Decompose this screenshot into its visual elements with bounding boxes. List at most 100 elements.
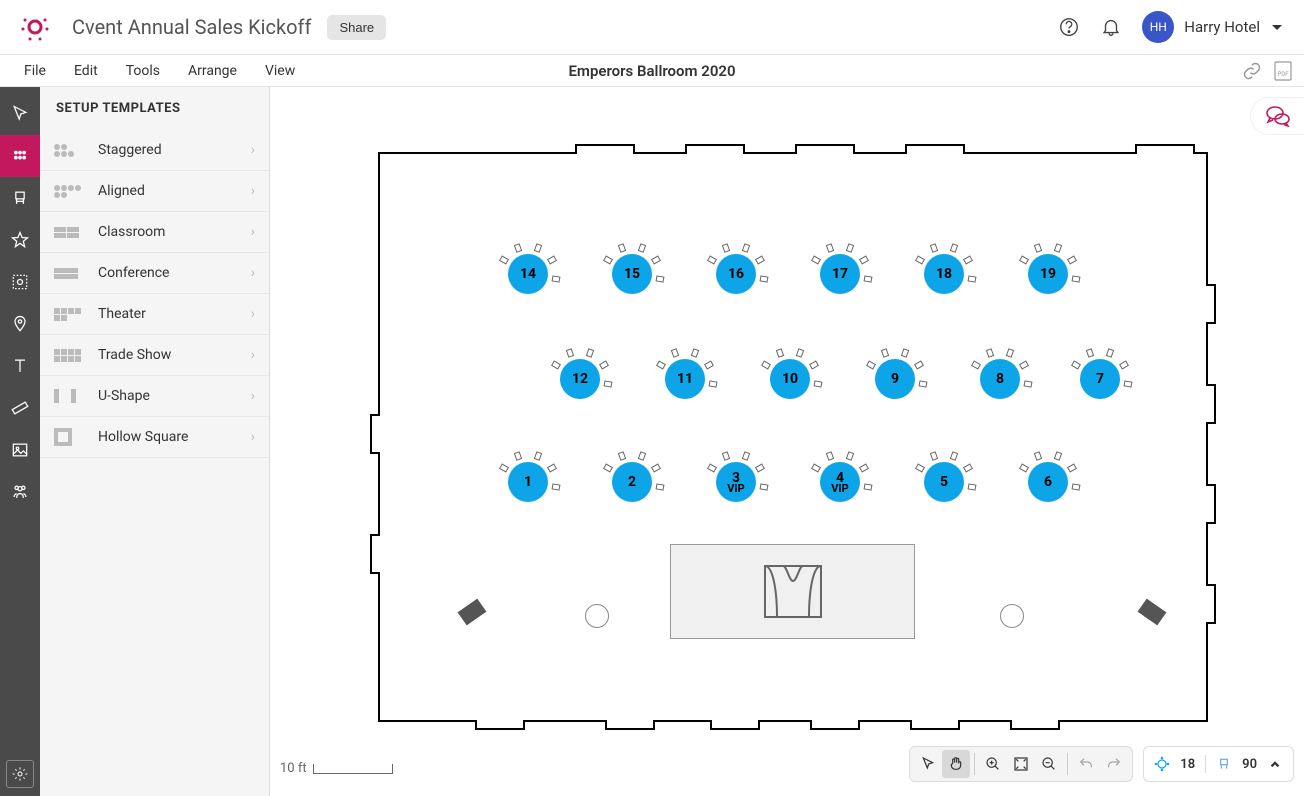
template-conference[interactable]: Conference › xyxy=(40,253,269,294)
floorplan[interactable]: 141516171819121110987123VIP4VIP56 xyxy=(378,152,1208,722)
rail-settings[interactable] xyxy=(6,760,34,788)
menu-edit[interactable]: Edit xyxy=(60,63,112,79)
template-classroom[interactable]: Classroom › xyxy=(40,212,269,253)
table[interactable]: 19 xyxy=(1028,254,1068,294)
canvas[interactable]: 141516171819121110987123VIP4VIP56 10 ft … xyxy=(270,87,1304,796)
counts-chevron-icon[interactable] xyxy=(1267,756,1283,772)
menu-arrange[interactable]: Arrange xyxy=(174,63,251,79)
table[interactable]: 10 xyxy=(770,359,810,399)
table-group[interactable]: 10 xyxy=(770,359,810,399)
table[interactable]: 4VIP xyxy=(820,462,860,502)
table[interactable]: 1 xyxy=(508,462,548,502)
table[interactable]: 2 xyxy=(612,462,652,502)
table-group[interactable]: 8 xyxy=(980,359,1020,399)
tool-zoom-fit[interactable] xyxy=(1007,750,1035,778)
menu-view[interactable]: View xyxy=(251,63,309,79)
chat-button[interactable] xyxy=(1250,97,1304,135)
u-shape-icon xyxy=(54,386,86,406)
table-group[interactable]: 1 xyxy=(508,462,548,502)
tool-undo[interactable] xyxy=(1072,750,1100,778)
help-icon[interactable] xyxy=(1058,16,1080,38)
aligned-icon xyxy=(54,181,86,201)
table[interactable]: 12 xyxy=(560,359,600,399)
table-group[interactable]: 16 xyxy=(716,254,756,294)
table-group[interactable]: 11 xyxy=(665,359,705,399)
table-group[interactable]: 2 xyxy=(612,462,652,502)
template-u-shape[interactable]: U-Shape › xyxy=(40,376,269,417)
user-name: Harry Hotel xyxy=(1184,18,1260,36)
table-group[interactable]: 12 xyxy=(560,359,600,399)
share-button[interactable]: Share xyxy=(327,15,386,40)
table[interactable]: 17 xyxy=(820,254,860,294)
trade-show-icon xyxy=(54,345,86,365)
rail-favorites[interactable] xyxy=(0,219,40,261)
template-theater[interactable]: Theater › xyxy=(40,294,269,335)
rail-pointer[interactable] xyxy=(0,93,40,135)
rail-people[interactable] xyxy=(0,471,40,513)
chevron-right-icon: › xyxy=(251,429,255,445)
template-hollow-square[interactable]: Hollow Square › xyxy=(40,417,269,458)
menu-tools[interactable]: Tools xyxy=(112,63,174,79)
classroom-icon xyxy=(54,222,86,242)
speaker-right[interactable] xyxy=(1138,599,1167,626)
tool-zoom-out[interactable] xyxy=(1035,750,1063,778)
chevron-right-icon: › xyxy=(251,306,255,322)
table[interactable]: 9 xyxy=(875,359,915,399)
table-group[interactable]: 18 xyxy=(924,254,964,294)
theater-icon xyxy=(54,304,86,324)
object-marker[interactable] xyxy=(1000,604,1024,628)
table[interactable]: 7 xyxy=(1080,359,1120,399)
template-trade-show[interactable]: Trade Show › xyxy=(40,335,269,376)
user-avatar[interactable]: HH xyxy=(1142,11,1174,43)
table-group[interactable]: 3VIP xyxy=(716,462,756,502)
object-marker[interactable] xyxy=(585,604,609,628)
table-group[interactable]: 5 xyxy=(924,462,964,502)
table-group[interactable]: 15 xyxy=(612,254,652,294)
rail-text[interactable] xyxy=(0,345,40,387)
speaker-left[interactable] xyxy=(458,599,487,626)
table[interactable]: 8 xyxy=(980,359,1020,399)
templates-panel: SETUP TEMPLATES Staggered › Aligned › Cl… xyxy=(40,87,270,796)
rail-measure[interactable] xyxy=(0,387,40,429)
table[interactable]: 16 xyxy=(716,254,756,294)
rail-location[interactable] xyxy=(0,303,40,345)
rail-select-area[interactable] xyxy=(0,261,40,303)
table[interactable]: 3VIP xyxy=(716,462,756,502)
table[interactable]: 15 xyxy=(612,254,652,294)
chevron-right-icon: › xyxy=(251,142,255,158)
template-aligned[interactable]: Aligned › xyxy=(40,171,269,212)
table-group[interactable]: 19 xyxy=(1028,254,1068,294)
table-group[interactable]: 14 xyxy=(508,254,548,294)
tool-redo[interactable] xyxy=(1100,750,1128,778)
rail-image[interactable] xyxy=(0,429,40,471)
conference-icon xyxy=(54,263,86,283)
rail-tables[interactable] xyxy=(0,135,40,177)
event-title: Cvent Annual Sales Kickoff xyxy=(72,15,311,39)
rail-chair[interactable] xyxy=(0,177,40,219)
table-group[interactable]: 9 xyxy=(875,359,915,399)
template-label: Hollow Square xyxy=(98,429,188,445)
table[interactable]: 11 xyxy=(665,359,705,399)
table-group[interactable]: 6 xyxy=(1028,462,1068,502)
table[interactable]: 14 xyxy=(508,254,548,294)
table[interactable]: 5 xyxy=(924,462,964,502)
menubar: File Edit Tools Arrange View Emperors Ba… xyxy=(0,55,1304,87)
tool-pointer[interactable] xyxy=(914,750,942,778)
bell-icon[interactable] xyxy=(1100,16,1122,38)
pdf-icon[interactable]: PDF xyxy=(1274,61,1292,81)
menu-file[interactable]: File xyxy=(10,63,60,79)
topbar: Cvent Annual Sales Kickoff Share HH Harr… xyxy=(0,0,1304,55)
table-group[interactable]: 4VIP xyxy=(820,462,860,502)
template-staggered[interactable]: Staggered › xyxy=(40,130,269,171)
link-icon[interactable] xyxy=(1242,61,1262,81)
table[interactable]: 18 xyxy=(924,254,964,294)
stage[interactable] xyxy=(670,544,915,639)
table-count-icon xyxy=(1154,756,1170,772)
user-menu-chevron-icon[interactable] xyxy=(1270,20,1284,34)
tool-pan[interactable] xyxy=(942,750,970,778)
table[interactable]: 6 xyxy=(1028,462,1068,502)
tool-zoom-in[interactable] xyxy=(979,750,1007,778)
table-group[interactable]: 7 xyxy=(1080,359,1120,399)
table-group[interactable]: 17 xyxy=(820,254,860,294)
templates-header: SETUP TEMPLATES xyxy=(40,87,269,130)
